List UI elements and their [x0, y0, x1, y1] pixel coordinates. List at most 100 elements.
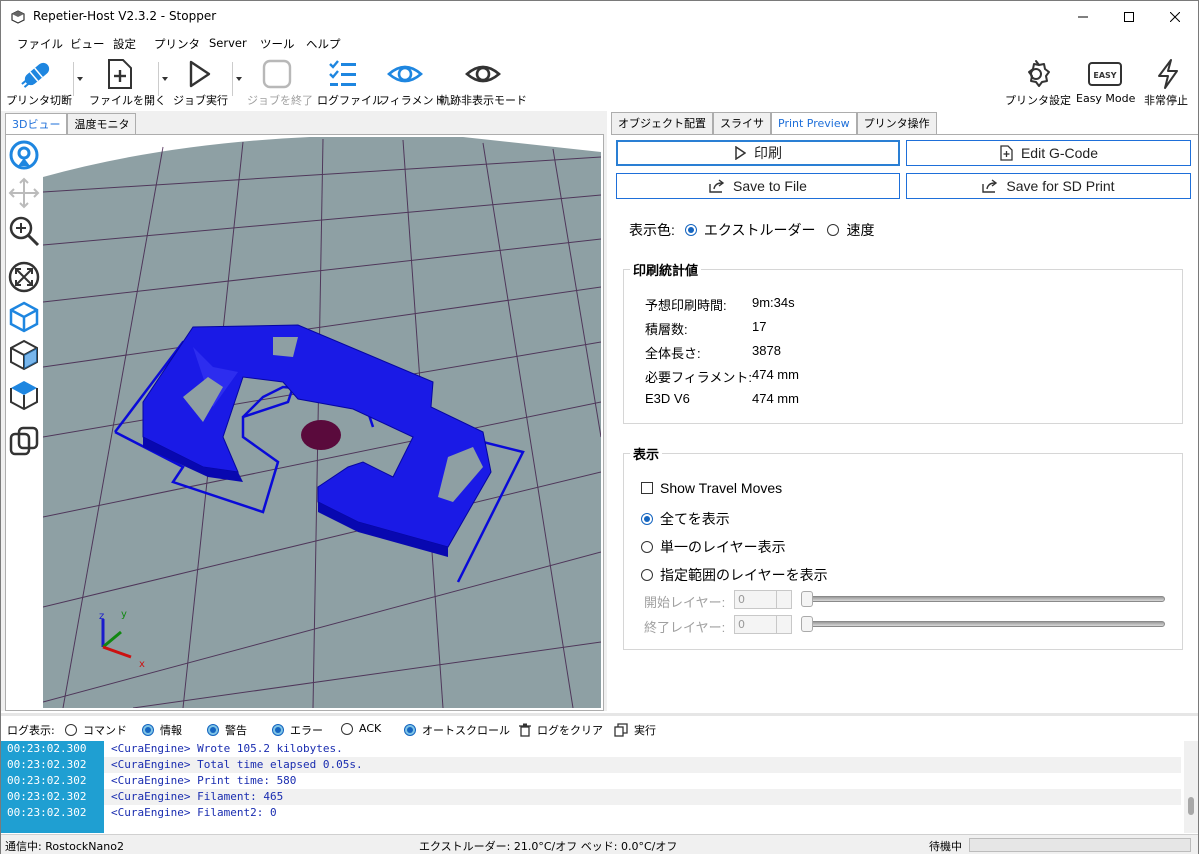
- connection-status: 通信中: RostockNano2: [5, 840, 124, 853]
- log-run-button[interactable]: 実行: [614, 722, 656, 738]
- front-view-icon[interactable]: [7, 338, 41, 372]
- log-time: 00:23:02.302: [1, 805, 104, 821]
- menu-view[interactable]: ビュー: [70, 36, 105, 52]
- printer-settings-button[interactable]: プリンタ設定: [1003, 56, 1071, 108]
- easy-mode-button[interactable]: EASY Easy Mode: [1073, 56, 1137, 108]
- maximize-button[interactable]: [1106, 1, 1152, 32]
- log-scrollbar[interactable]: [1184, 741, 1198, 833]
- end-layer-spinner[interactable]: 0: [734, 615, 792, 634]
- stats-title: 印刷統計値: [630, 260, 702, 279]
- close-button[interactable]: [1152, 1, 1198, 32]
- show-travel-label: Show Travel Moves: [660, 480, 783, 496]
- log-autoscroll-toggle[interactable]: オートスクロール: [404, 722, 510, 738]
- tab-object-placement[interactable]: オブジェクト配置: [611, 112, 713, 134]
- tab-print-preview[interactable]: Print Preview: [771, 112, 857, 134]
- log-message: <CuraEngine> Filament2: 0: [111, 806, 277, 819]
- menu-tools[interactable]: ツール: [260, 36, 295, 52]
- fit-view-icon[interactable]: [7, 260, 41, 294]
- save-sd-button[interactable]: Save for SD Print: [906, 173, 1191, 199]
- 3d-viewport[interactable]: z y x: [43, 137, 601, 708]
- log-error-radio[interactable]: [272, 724, 284, 736]
- tab-slicer[interactable]: スライサ: [713, 112, 771, 134]
- open-file-button[interactable]: ファイルを開く: [85, 56, 166, 108]
- single-layer-radio[interactable]: [641, 541, 653, 553]
- start-layer-slider[interactable]: [801, 596, 1165, 602]
- eye-icon: [387, 65, 423, 83]
- range-layer-label: 指定範囲のレイヤーを表示: [660, 567, 828, 583]
- hide-travel-button[interactable]: 軌跡非表示モード: [437, 56, 529, 108]
- tab-temperature[interactable]: 温度モニタ: [67, 113, 137, 135]
- menu-help[interactable]: ヘルプ: [306, 36, 341, 52]
- stat-time-label: 予想印刷時間:: [645, 298, 727, 313]
- zoom-icon[interactable]: [7, 214, 41, 248]
- minimize-button[interactable]: [1060, 1, 1106, 32]
- printer-state: 待機中: [929, 840, 962, 853]
- log-ack-radio[interactable]: [341, 722, 353, 735]
- show-travel-checkbox[interactable]: [641, 482, 653, 494]
- disconnect-button[interactable]: プリンタ切断: [3, 56, 72, 108]
- view-tools: [5, 138, 43, 468]
- log-ack-label: ACK: [359, 722, 382, 735]
- menu-printer[interactable]: プリンタ: [154, 36, 200, 52]
- disconnect-dropdown[interactable]: [73, 62, 83, 96]
- log-warning-radio[interactable]: [207, 724, 219, 736]
- emergency-stop-button[interactable]: 非常停止: [1141, 56, 1197, 108]
- log-file-button[interactable]: ログファイル: [313, 56, 383, 108]
- move-view-icon[interactable]: [7, 176, 41, 210]
- stop-job-button[interactable]: ジョブを終了: [245, 56, 313, 108]
- rotate-view-icon[interactable]: [7, 138, 41, 172]
- eye-outline-icon: [465, 65, 501, 83]
- gear-icon: [1028, 60, 1050, 87]
- stat-time-value: 9m:34s: [752, 295, 795, 310]
- log-clear-button[interactable]: ログをクリア: [519, 722, 603, 738]
- log-scrollbar-thumb[interactable]: [1188, 797, 1194, 815]
- log-list: 00:23:02.300 <CuraEngine> Wrote 105.2 kil…: [1, 741, 1198, 833]
- run-job-dropdown[interactable]: [232, 62, 242, 96]
- log-row: 00:23:02.302 <CuraEngine> Total time elap…: [1, 757, 1181, 773]
- log-ack-toggle[interactable]: ACK: [341, 722, 381, 735]
- menu-server[interactable]: Server: [209, 36, 247, 50]
- checklist-icon: [329, 60, 356, 86]
- center-marker: [301, 420, 341, 450]
- filament-button[interactable]: フィラメント: [375, 56, 444, 108]
- stop-icon: [262, 59, 292, 89]
- open-file-dropdown[interactable]: [158, 62, 168, 96]
- stat-extruder-value: 474 mm: [752, 391, 799, 406]
- log-time-gutter: [1, 821, 104, 833]
- export-sd-icon: [982, 179, 998, 193]
- start-layer-thumb[interactable]: [801, 591, 813, 607]
- log-warning-toggle[interactable]: 警告: [207, 722, 247, 738]
- log-autoscroll-radio[interactable]: [404, 724, 416, 736]
- log-autoscroll-label: オートスクロール: [422, 724, 510, 737]
- log-row: 00:23:02.302 <CuraEngine> Print time: 580: [1, 773, 1181, 789]
- color-speed-radio[interactable]: [827, 224, 840, 236]
- splitter[interactable]: [1, 713, 1198, 716]
- save-to-file-label: Save to File: [733, 178, 807, 194]
- log-time: 00:23:02.302: [1, 789, 104, 805]
- end-layer-slider[interactable]: [801, 621, 1165, 627]
- save-to-file-button[interactable]: Save to File: [616, 173, 900, 199]
- print-button[interactable]: 印刷: [616, 140, 900, 166]
- show-all-radio[interactable]: [641, 513, 653, 525]
- app-window: Repetier-Host V2.3.2 - Stopper ファイル ビュー …: [0, 0, 1199, 854]
- color-extruder-radio[interactable]: [684, 224, 697, 236]
- hide-travel-label: 軌跡非表示モード: [439, 94, 527, 107]
- top-view-icon[interactable]: [7, 378, 41, 412]
- edit-gcode-button[interactable]: Edit G-Code: [906, 140, 1191, 166]
- tab-printer-control[interactable]: プリンタ操作: [856, 112, 937, 134]
- range-layer-radio[interactable]: [641, 569, 653, 581]
- log-info-radio[interactable]: [142, 724, 154, 736]
- log-command-radio[interactable]: [65, 724, 77, 736]
- log-error-toggle[interactable]: エラー: [272, 722, 323, 738]
- menu-file[interactable]: ファイル: [17, 36, 63, 52]
- iso-view-icon[interactable]: [7, 300, 41, 334]
- tab-3d-view[interactable]: 3Dビュー: [5, 113, 68, 135]
- menu-settings[interactable]: 設定: [113, 36, 136, 52]
- run-job-button[interactable]: ジョブ実行: [169, 56, 229, 108]
- stat-length-value: 3878: [752, 343, 781, 358]
- end-layer-thumb[interactable]: [801, 616, 813, 632]
- log-command-toggle[interactable]: コマンド: [65, 722, 127, 738]
- start-layer-spinner[interactable]: 0: [734, 590, 792, 609]
- log-info-toggle[interactable]: 情報: [142, 722, 182, 738]
- parallel-view-icon[interactable]: [7, 424, 41, 458]
